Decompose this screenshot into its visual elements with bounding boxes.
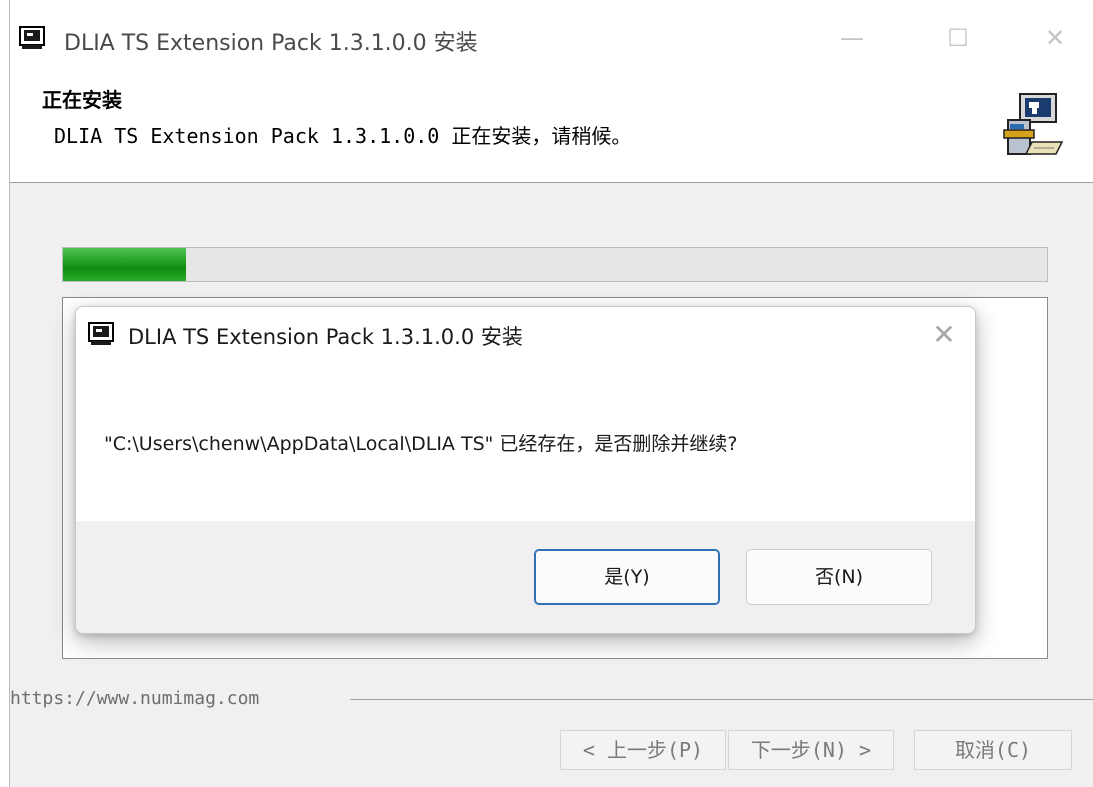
back-button[interactable]: < 上一步(P) xyxy=(560,730,726,770)
page-subtitle: DLIA TS Extension Pack 1.3.1.0.0 正在安装，请稍… xyxy=(54,124,632,148)
yes-button[interactable]: 是(Y) xyxy=(534,549,720,605)
cancel-button[interactable]: 取消(C) xyxy=(914,730,1072,770)
footer-brand-text: https://www.numimag.com xyxy=(10,688,260,709)
dialog-title: DLIA TS Extension Pack 1.3.1.0.0 安装 xyxy=(128,325,523,349)
confirm-dialog: DLIA TS Extension Pack 1.3.1.0.0 安装 ✕ "C… xyxy=(75,306,976,634)
progress-fill xyxy=(63,248,186,281)
installer-computer-icon xyxy=(1003,93,1064,155)
page-title: 正在安装 xyxy=(42,88,122,112)
installer-app-icon xyxy=(19,26,45,49)
window-title: DLIA TS Extension Pack 1.3.1.0.0 安装 xyxy=(64,31,478,56)
title-bar: DLIA TS Extension Pack 1.3.1.0.0 安装 — ☐ … xyxy=(10,0,1093,68)
close-button[interactable]: ✕ xyxy=(1035,20,1075,56)
maximize-button[interactable]: ☐ xyxy=(938,20,978,56)
dialog-message: "C:\Users\chenw\AppData\Local\DLIA TS" 已… xyxy=(104,433,738,455)
dialog-title-bar: DLIA TS Extension Pack 1.3.1.0.0 安装 ✕ xyxy=(76,307,975,363)
dialog-body: "C:\Users\chenw\AppData\Local\DLIA TS" 已… xyxy=(76,363,975,521)
install-progress-bar xyxy=(62,247,1048,282)
install-header: 正在安装 DLIA TS Extension Pack 1.3.1.0.0 正在… xyxy=(10,68,1093,183)
next-button[interactable]: 下一步(N) > xyxy=(728,730,894,770)
minimize-button[interactable]: — xyxy=(832,20,872,56)
installer-app-icon xyxy=(88,322,114,345)
no-button[interactable]: 否(N) xyxy=(746,549,932,605)
dialog-close-button[interactable]: ✕ xyxy=(924,315,964,355)
footer-divider xyxy=(350,699,1093,700)
